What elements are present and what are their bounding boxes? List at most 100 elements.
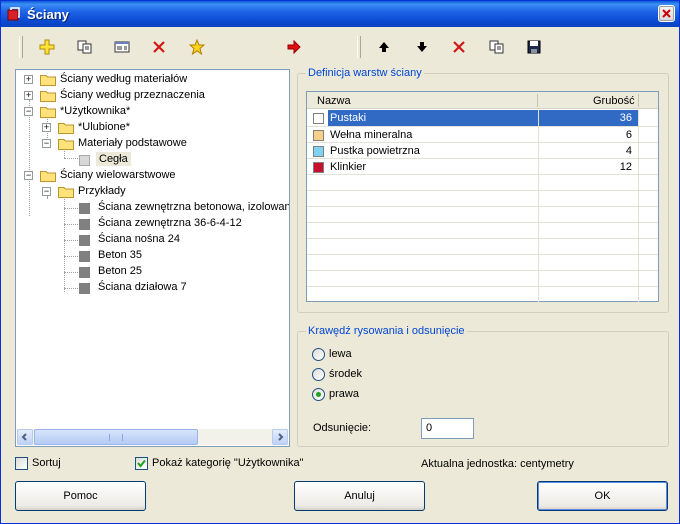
tree-node[interactable]: + Ściany według przeznaczenia <box>16 88 289 104</box>
transfer-arrow-icon <box>287 39 301 55</box>
tree-label: Ściana nośna 24 <box>98 233 180 245</box>
tree-label: Ściana zewnętrzna 36-6-4-12 <box>98 217 242 229</box>
tree-node[interactable]: Cegła <box>16 152 289 168</box>
offset-value: 0 <box>426 422 433 434</box>
close-button[interactable] <box>658 5 675 22</box>
tree-label: Beton 25 <box>98 265 143 277</box>
expand-icon[interactable]: + <box>24 75 33 84</box>
folder-open-icon <box>58 139 74 150</box>
sort-label[interactable]: Sortuj <box>32 457 61 469</box>
favorite-button[interactable] <box>186 36 208 58</box>
move-up-icon <box>379 42 389 52</box>
layer-color-swatch <box>313 113 324 124</box>
properties-button[interactable] <box>111 36 133 58</box>
expand-icon[interactable]: + <box>42 123 51 132</box>
scroll-thumb[interactable] <box>34 429 198 445</box>
radio-left-label[interactable]: lewa <box>329 348 352 360</box>
collapse-icon[interactable]: − <box>42 187 51 196</box>
tree-node[interactable]: + *Ulubione* <box>16 120 289 136</box>
collapse-icon[interactable]: − <box>24 107 33 116</box>
wall-tree[interactable]: + Ściany według materiałów + Ściany wedł… <box>15 69 290 447</box>
delete-button[interactable] <box>148 36 170 58</box>
layer-name: Pustka powietrzna <box>330 145 420 157</box>
column-header-name[interactable]: Nazwa <box>317 95 351 107</box>
tree-node[interactable]: + Ściany według materiałów <box>16 72 289 88</box>
grid-header: Nazwa Grubość <box>307 92 658 109</box>
layers-legend: Definicja warstw ściany <box>306 67 424 79</box>
radio-center-label[interactable]: środek <box>329 368 362 380</box>
favorite-star-icon <box>189 39 205 55</box>
collapse-icon[interactable]: − <box>42 139 51 148</box>
wall-app-icon <box>7 7 21 21</box>
new-icon <box>39 39 55 55</box>
tree-label: Ściany według materiałów <box>60 73 188 85</box>
layer-row[interactable]: Pustka powietrzna 4 <box>307 143 658 159</box>
new-button[interactable] <box>36 36 58 58</box>
tree-node[interactable]: Ściana zewnętrzna 36-6-4-12 <box>16 216 289 232</box>
radio-right[interactable] <box>312 388 325 401</box>
tree-node[interactable]: − *Użytkownika* <box>16 104 289 120</box>
tree-node[interactable]: − Materiały podstawowe <box>16 136 289 152</box>
tree-node[interactable]: Ściana nośna 24 <box>16 232 289 248</box>
tree-node[interactable]: Beton 35 <box>16 248 289 264</box>
transfer-button[interactable] <box>283 36 305 58</box>
material-icon <box>79 155 90 166</box>
cancel-button[interactable]: Anuluj <box>294 481 425 511</box>
title-bar[interactable]: Ściany <box>1 1 679 27</box>
ok-button[interactable]: OK <box>537 481 668 511</box>
toolbar-grip-right[interactable] <box>357 36 361 58</box>
layer-row[interactable]: Klinkier 12 <box>307 159 658 175</box>
layers-grid[interactable]: Nazwa Grubość Pustaki 36 Wełna mineralna… <box>306 91 659 302</box>
move-down-button[interactable] <box>411 36 433 58</box>
tree-node[interactable]: Ściana zewnętrzna betonowa, izolowana <box>16 200 289 216</box>
chevron-left-icon <box>21 433 27 441</box>
scroll-left-button[interactable] <box>17 429 33 445</box>
tree-node[interactable]: Beton 25 <box>16 264 289 280</box>
wall-icon <box>79 203 90 214</box>
folder-icon <box>58 123 74 134</box>
layer-row[interactable]: Pustaki 36 <box>307 110 658 126</box>
tree-horizontal-scrollbar[interactable] <box>17 429 288 445</box>
offset-input[interactable]: 0 <box>421 418 474 439</box>
tree-label: *Użytkownika* <box>60 105 131 117</box>
help-button-label: Pomoc <box>63 490 98 502</box>
copy-layer-button[interactable] <box>486 36 508 58</box>
help-button[interactable]: Pomoc <box>15 481 146 511</box>
wall-icon <box>79 219 90 230</box>
column-header-thickness[interactable]: Grubość <box>593 95 635 107</box>
layer-thickness: 12 <box>619 161 632 173</box>
save-button[interactable] <box>523 36 545 58</box>
wall-icon <box>79 251 90 262</box>
layer-color-swatch <box>313 162 324 173</box>
scroll-right-button[interactable] <box>272 429 288 445</box>
cancel-button-label: Anuluj <box>344 490 375 502</box>
expand-icon[interactable]: + <box>24 91 33 100</box>
tree-node[interactable]: − Ściany wielowarstwowe <box>16 168 289 184</box>
show-user-category-checkbox[interactable] <box>135 457 148 470</box>
sort-checkbox[interactable] <box>15 457 28 470</box>
tree-label: Beton 35 <box>98 249 143 261</box>
radio-right-label[interactable]: prawa <box>329 388 359 400</box>
copy-icon <box>77 40 92 54</box>
tree-label: Przykłady <box>78 185 126 197</box>
chevron-right-icon <box>278 433 284 441</box>
radio-center[interactable] <box>312 368 325 381</box>
tree-label: Ściany wielowarstwowe <box>60 169 176 181</box>
folder-open-icon <box>40 171 56 182</box>
collapse-icon[interactable]: − <box>24 171 33 180</box>
folder-open-icon <box>58 187 74 198</box>
tree-label: Materiały podstawowe <box>78 137 187 149</box>
tree-node[interactable]: Ściana działowa 7 <box>16 280 289 296</box>
tree-label: *Ulubione* <box>78 121 130 133</box>
radio-left[interactable] <box>312 348 325 361</box>
layer-thickness: 6 <box>625 129 632 141</box>
layer-color-swatch <box>313 146 324 157</box>
move-up-button[interactable] <box>373 36 395 58</box>
copy-button[interactable] <box>74 36 96 58</box>
tree-node[interactable]: − Przykłady <box>16 184 289 200</box>
toolbar-grip[interactable] <box>19 36 23 58</box>
layer-row[interactable]: Wełna mineralna 6 <box>307 127 658 143</box>
delete-layer-button[interactable] <box>448 36 470 58</box>
show-user-category-label[interactable]: Pokaż kategorię "Użytkownika" <box>152 457 304 469</box>
wall-icon <box>79 267 90 278</box>
